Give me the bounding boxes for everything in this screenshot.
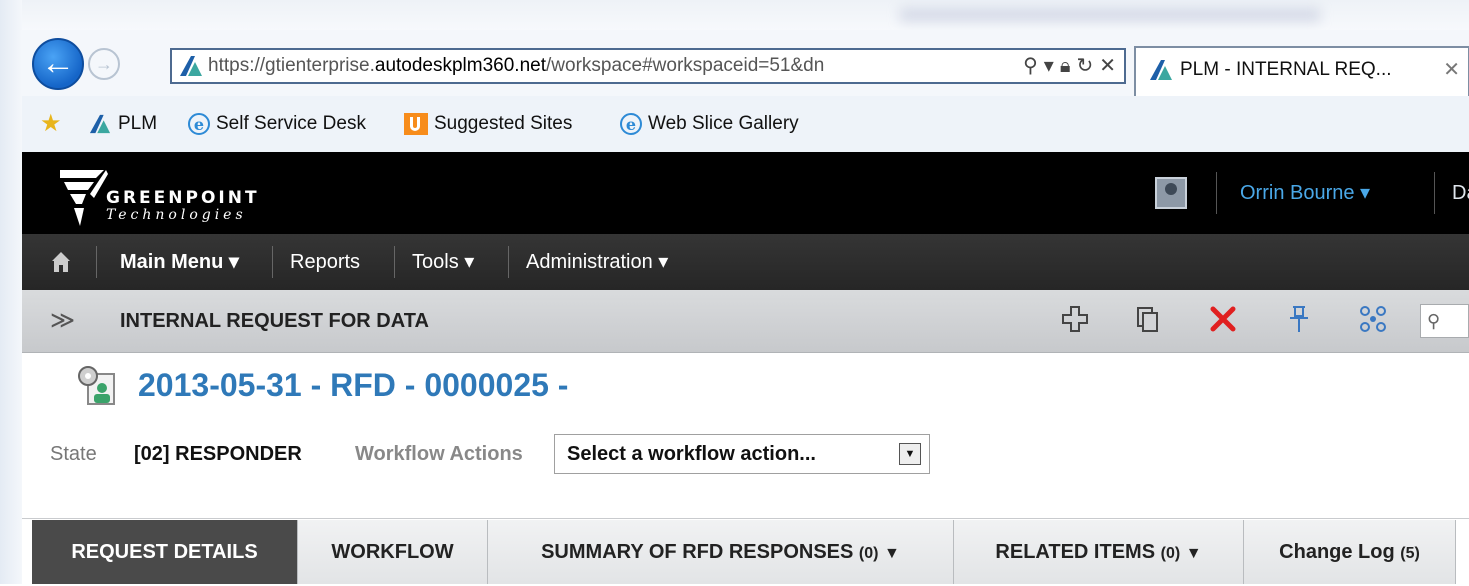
favorite-label: Web Slice Gallery bbox=[648, 113, 799, 134]
favorite-label: Self Service Desk bbox=[216, 113, 366, 134]
menu-administration[interactable]: Administration ▾ bbox=[526, 234, 668, 290]
bing-icon bbox=[404, 112, 428, 135]
home-icon[interactable] bbox=[52, 252, 70, 272]
favorites-bar: ★ PLM e Self Service Desk Suggested Sites… bbox=[22, 96, 1469, 153]
workspace-search-input[interactable]: ⚲ bbox=[1420, 304, 1469, 338]
back-arrow-icon: ← bbox=[41, 44, 75, 82]
copy-icon[interactable] bbox=[1132, 304, 1162, 334]
search-icon[interactable]: ⚲ bbox=[1023, 55, 1038, 77]
menu-divider bbox=[272, 246, 273, 278]
back-button[interactable]: ← bbox=[32, 38, 84, 90]
menu-reports[interactable]: Reports bbox=[290, 234, 360, 290]
chevron-down-icon[interactable]: ▼ bbox=[899, 443, 921, 465]
delete-icon[interactable] bbox=[1208, 304, 1238, 334]
browser-tab-title: PLM - INTERNAL REQ... bbox=[1180, 59, 1392, 80]
favorite-suggested-sites[interactable]: Suggested Sites bbox=[404, 96, 572, 152]
autodesk-icon bbox=[180, 56, 202, 76]
header-divider bbox=[1434, 172, 1435, 214]
tab-request-details[interactable]: REQUEST DETAILS bbox=[32, 520, 298, 584]
tab-label: REQUEST DETAILS bbox=[71, 541, 258, 563]
workflow-actions-label: Workflow Actions bbox=[355, 443, 523, 465]
browser-address-row: ← → https://gtienterprise.autodeskplm360… bbox=[22, 30, 1469, 96]
tab-label: WORKFLOW bbox=[331, 541, 454, 563]
main-nav: Main Menu ▾ Reports Tools ▾ Administrati… bbox=[22, 234, 1469, 290]
tab-summary-of-rfd-responses[interactable]: SUMMARY OF RFD RESPONSES (0) ▼ bbox=[488, 520, 954, 584]
tab-dropdown-icon[interactable]: ▼ bbox=[1186, 545, 1202, 562]
menu-divider bbox=[96, 246, 97, 278]
workspace-bar: ≫ INTERNAL REQUEST FOR DATA ⚲ bbox=[22, 290, 1469, 353]
favorites-star-icon[interactable]: ★ bbox=[40, 96, 62, 152]
address-url[interactable]: https://gtienterprise.autodeskplm360.net… bbox=[208, 50, 948, 82]
address-controls: ⚲ ▾ 🔒︎ ↻ ✕ bbox=[1017, 50, 1116, 82]
pin-icon[interactable] bbox=[1284, 304, 1314, 334]
tab-count: (0) bbox=[1160, 545, 1181, 562]
ie-icon: e bbox=[620, 112, 642, 135]
logo-word: GREENPOINT bbox=[106, 188, 260, 208]
network-icon[interactable] bbox=[1358, 304, 1388, 334]
tab-change-log[interactable]: Change Log (5) bbox=[1244, 520, 1456, 584]
menu-tools[interactable]: Tools ▾ bbox=[412, 234, 474, 290]
favorite-label: Suggested Sites bbox=[434, 113, 573, 134]
tab-dropdown-icon[interactable]: ▼ bbox=[884, 545, 900, 562]
forward-arrow-icon: → bbox=[95, 54, 113, 74]
tab-count: (0) bbox=[858, 545, 879, 562]
menu-divider bbox=[394, 246, 395, 278]
add-icon[interactable] bbox=[1060, 304, 1090, 334]
state-row: State [02] RESPONDER Workflow Actions Se… bbox=[22, 424, 1469, 484]
workflow-action-select[interactable]: Select a workflow action... ▼ bbox=[554, 434, 930, 474]
lock-icon[interactable]: 🔒︎ bbox=[1060, 55, 1071, 77]
ie-icon: e bbox=[188, 112, 210, 135]
header-divider bbox=[1216, 172, 1217, 214]
state-value: [02] RESPONDER bbox=[134, 443, 302, 465]
autodesk-icon bbox=[1150, 60, 1172, 80]
menu-main-menu[interactable]: Main Menu ▾ bbox=[120, 234, 239, 290]
window-top-frame bbox=[0, 0, 1469, 30]
favorite-plm[interactable]: PLM bbox=[88, 96, 157, 152]
app-header: GREENPOINT Technologies Orrin Bourne ▾ D… bbox=[22, 152, 1469, 234]
item-gear-icon bbox=[78, 366, 115, 405]
dropdown-icon[interactable]: ▾ bbox=[1044, 55, 1054, 77]
autodesk-icon bbox=[89, 114, 111, 134]
tab-label: Change Log bbox=[1279, 541, 1395, 563]
workspace-title: INTERNAL REQUEST FOR DATA bbox=[120, 310, 429, 332]
workflow-action-value: Select a workflow action... bbox=[567, 443, 816, 465]
dashboard-link[interactable]: Das bbox=[1452, 152, 1469, 234]
address-bar[interactable]: https://gtienterprise.autodeskplm360.net… bbox=[170, 48, 1126, 84]
blurred-region bbox=[900, 8, 1320, 22]
tab-count: (5) bbox=[1400, 545, 1420, 562]
forward-button[interactable]: → bbox=[88, 48, 120, 80]
favorite-self-service-desk[interactable]: e Self Service Desk bbox=[188, 96, 366, 152]
search-icon: ⚲ bbox=[1427, 311, 1441, 331]
logo-sub: Technologies bbox=[106, 207, 247, 223]
favorite-label: PLM bbox=[118, 113, 158, 134]
menu-divider bbox=[508, 246, 509, 278]
refresh-icon[interactable]: ↻ bbox=[1076, 55, 1093, 77]
window-left-frame bbox=[0, 0, 22, 584]
browser-tab[interactable]: PLM - INTERNAL REQ... ✕ bbox=[1134, 46, 1469, 96]
avatar[interactable] bbox=[1155, 177, 1187, 209]
tab-label: SUMMARY OF RFD RESPONSES bbox=[541, 541, 854, 563]
tab-workflow[interactable]: WORKFLOW bbox=[298, 520, 488, 584]
tab-related-items[interactable]: RELATED ITEMS (0) ▼ bbox=[954, 520, 1244, 584]
favorite-web-slice-gallery[interactable]: e Web Slice Gallery bbox=[620, 96, 799, 152]
item-tabs: REQUEST DETAILS WORKFLOW SUMMARY OF RFD … bbox=[22, 518, 1469, 584]
stop-icon[interactable]: ✕ bbox=[1099, 55, 1116, 77]
tab-label: RELATED ITEMS bbox=[995, 541, 1156, 563]
user-menu[interactable]: Orrin Bourne ▾ bbox=[1240, 152, 1370, 234]
state-label: State bbox=[50, 443, 97, 465]
expand-chevron-icon[interactable]: ≫ bbox=[50, 290, 75, 352]
close-tab-icon[interactable]: ✕ bbox=[1443, 48, 1460, 92]
item-title: 2013-05-31 - RFD - 0000025 - bbox=[138, 367, 569, 403]
